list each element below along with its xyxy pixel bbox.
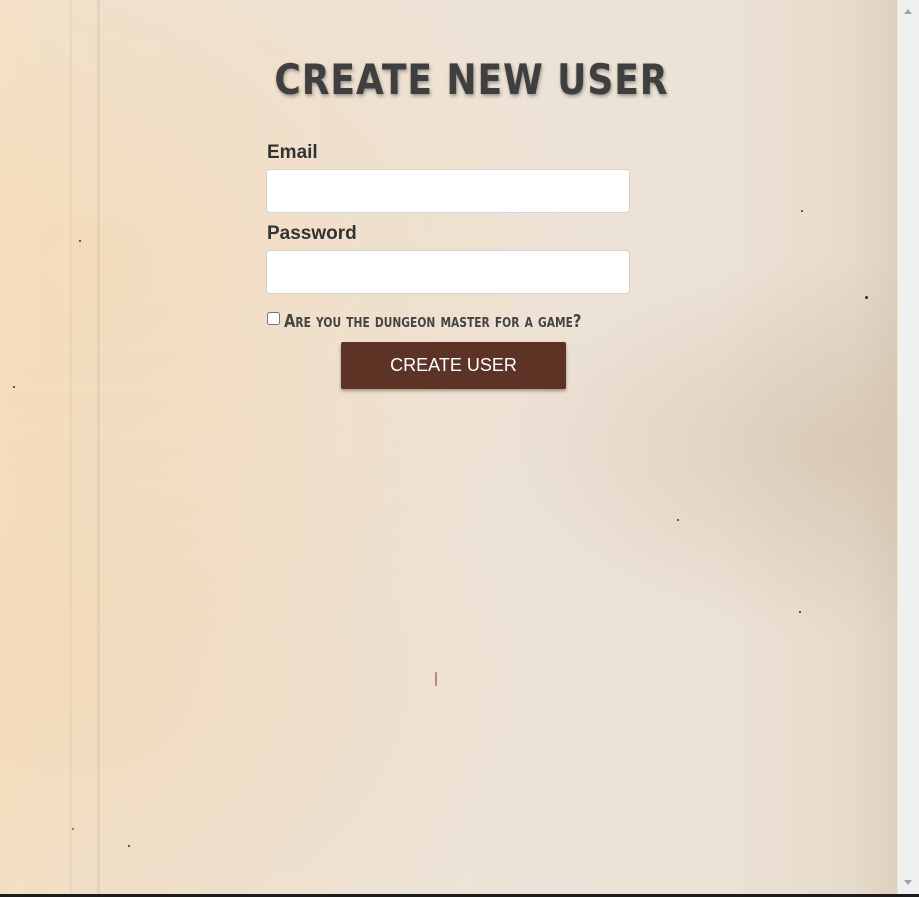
page-title: CREATE NEW USER bbox=[274, 55, 669, 104]
paper-speck bbox=[72, 828, 74, 830]
scroll-down-arrow-icon[interactable] bbox=[904, 880, 912, 885]
dungeon-master-row: Are you the dungeon master for a game? bbox=[266, 309, 631, 333]
vertical-scrollbar[interactable] bbox=[897, 0, 919, 894]
paper-speck bbox=[128, 845, 130, 847]
create-user-form: CREATE NEW USER Email Password Are you t… bbox=[266, 50, 669, 389]
paper-speck bbox=[79, 240, 81, 242]
paper-speck bbox=[801, 210, 803, 212]
paper-speck bbox=[435, 672, 437, 686]
password-field[interactable] bbox=[266, 250, 630, 294]
scroll-up-arrow-icon[interactable] bbox=[904, 9, 912, 14]
dungeon-master-checkbox[interactable] bbox=[267, 311, 280, 325]
paper-speck bbox=[677, 519, 679, 521]
paper-speck bbox=[799, 611, 801, 613]
email-label: Email bbox=[267, 142, 318, 163]
create-user-button[interactable]: CREATE USER bbox=[341, 342, 566, 389]
paper-speck bbox=[13, 386, 15, 388]
email-field[interactable] bbox=[266, 169, 630, 213]
paper-speck bbox=[865, 296, 868, 299]
password-label: Password bbox=[267, 223, 357, 244]
dungeon-master-label[interactable]: Are you the dungeon master for a game? bbox=[284, 311, 581, 332]
